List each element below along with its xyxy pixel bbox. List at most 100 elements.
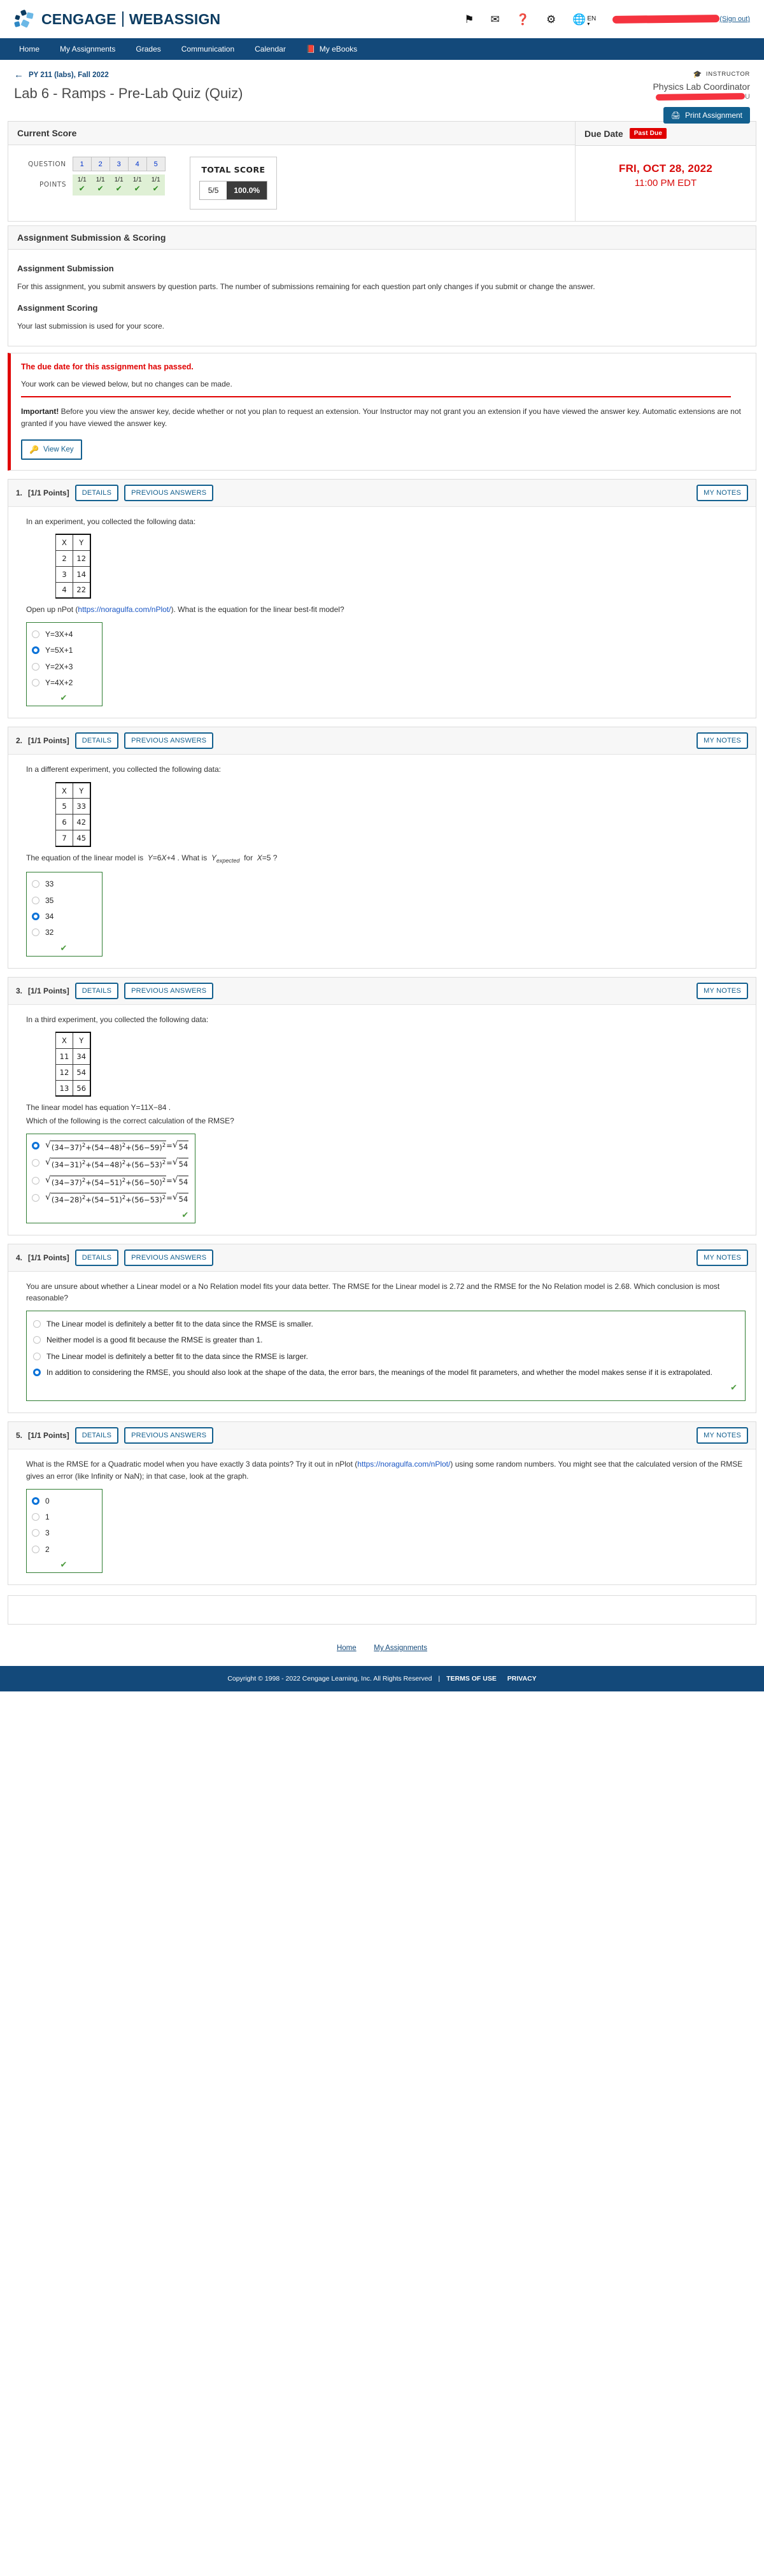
question-cell-2[interactable]: 2 (90, 157, 110, 171)
cengage-webassign-logo[interactable]: CENGAGE WEBASSIGN (14, 9, 220, 29)
nplot-link-5[interactable]: https://noragulfa.com/nPlot/ (357, 1460, 450, 1469)
option-5-4[interactable]: 2 (32, 1542, 96, 1558)
arrow-left-icon: ← (14, 69, 24, 80)
my-notes-button-1[interactable]: MY NOTES (697, 484, 748, 501)
flag-icon[interactable]: ⚑ (464, 14, 474, 25)
footer-links: Home My Assignments (0, 1625, 764, 1666)
radio-icon[interactable] (32, 929, 39, 937)
option-5-3[interactable]: 3 (32, 1525, 96, 1541)
radio-icon[interactable] (32, 1176, 39, 1185)
radio-icon[interactable] (32, 1529, 39, 1537)
question-number-2: 2. (16, 736, 23, 746)
radio-icon-selected[interactable] (32, 646, 39, 655)
correct-check-icon-2: ✔ (60, 943, 67, 953)
expr-result: 54 (178, 1140, 189, 1153)
radio-icon[interactable] (33, 1336, 41, 1344)
mail-icon[interactable]: ✉ (491, 14, 500, 25)
terms-of-use-link[interactable]: TERMS OF USE (446, 1675, 497, 1683)
nav-item-calendar[interactable]: Calendar (244, 38, 296, 60)
option-4-2[interactable]: Neither model is a good fit because the … (33, 1332, 737, 1348)
option-4-4[interactable]: In addition to considering the RMSE, you… (33, 1365, 737, 1381)
expr-term-2: +(54−48) (85, 1142, 122, 1152)
my-notes-button-3[interactable]: MY NOTES (697, 982, 748, 999)
previous-answers-button-3[interactable]: PREVIOUS ANSWERS (124, 982, 214, 999)
question-cell-5[interactable]: 5 (146, 157, 166, 171)
print-assignment-button[interactable]: 🖨 Print Assignment (663, 107, 750, 124)
radio-icon[interactable] (32, 678, 39, 687)
expr-term-3: +(56−50) (125, 1178, 162, 1187)
nav-item-my-assignments[interactable]: My Assignments (50, 38, 125, 60)
points-row: POINTS 1/1 ✔ 1/1 ✔ 1/1 ✔ 1/1 ✔ 1/1 ✔ (27, 174, 166, 196)
breadcrumb-back-link[interactable]: ← PY 211 (labs), Fall 2022 (14, 70, 750, 80)
radio-icon-selected[interactable] (32, 1141, 39, 1149)
option-1-4[interactable]: Y=4X+2 (32, 675, 96, 691)
question-prompt-3-line1: The linear model has equation Y=11X−84 . (26, 1103, 171, 1113)
sign-out-link[interactable]: (Sign out) (719, 15, 750, 23)
question-cell-3[interactable]: 3 (109, 157, 129, 171)
option-3-3[interactable]: √ (34−37)2+(54−51)2+(56−50)2 = √ 54 (32, 1173, 189, 1191)
option-3-1[interactable]: √ (34−37)2+(54−48)2+(56−59)2 = √ 54 (32, 1138, 189, 1156)
past-due-alert: The due date for this assignment has pas… (8, 353, 756, 471)
details-button-4[interactable]: DETAILS (74, 1249, 119, 1266)
option-2-3[interactable]: 34 (32, 909, 96, 925)
radio-icon[interactable] (33, 1352, 41, 1360)
radio-icon-selected[interactable] (32, 1497, 39, 1505)
alert-subtitle: Your work can be viewed below, but no ch… (21, 380, 232, 389)
radio-icon[interactable] (32, 1194, 39, 1202)
option-5-1[interactable]: 0 (32, 1493, 96, 1509)
my-notes-button-5[interactable]: MY NOTES (697, 1427, 748, 1444)
details-button-2[interactable]: DETAILS (74, 732, 119, 750)
option-2-2[interactable]: 35 (32, 893, 96, 909)
radio-icon[interactable] (32, 662, 39, 671)
points-value-4: 1/1 (132, 176, 142, 183)
radio-icon[interactable] (32, 1545, 39, 1553)
details-button-1[interactable]: DETAILS (74, 484, 119, 501)
previous-answers-button-1[interactable]: PREVIOUS ANSWERS (124, 484, 214, 501)
radio-icon[interactable] (32, 1512, 39, 1521)
previous-answers-button-2[interactable]: PREVIOUS ANSWERS (124, 732, 214, 750)
option-1-2[interactable]: Y=5X+1 (32, 643, 96, 658)
radio-icon-selected[interactable] (33, 1368, 41, 1376)
gear-icon[interactable]: ⚙ (546, 14, 556, 25)
radio-icon[interactable] (32, 880, 39, 888)
details-button-5[interactable]: DETAILS (74, 1427, 119, 1444)
option-5-2[interactable]: 1 (32, 1509, 96, 1525)
my-notes-button-4[interactable]: MY NOTES (697, 1249, 748, 1266)
option-3-4[interactable]: √ (34−28)2+(54−51)2+(56−53)2 = √ 54 (32, 1190, 189, 1208)
option-1-3[interactable]: Y=2X+3 (32, 659, 96, 675)
option-4-1[interactable]: The Linear model is definitely a better … (33, 1316, 737, 1332)
details-button-3[interactable]: DETAILS (74, 982, 119, 999)
option-4-3[interactable]: The Linear model is definitely a better … (33, 1349, 737, 1365)
option-2-1[interactable]: 33 (32, 876, 96, 892)
question-cell-1[interactable]: 1 (72, 157, 92, 171)
option-3-2[interactable]: √ (34−31)2+(54−48)2+(56−53)2 = √ 54 (32, 1155, 189, 1173)
view-key-button[interactable]: 🔑 View Key (21, 439, 82, 460)
answer-group-2: 33 35 34 32 ✔ (26, 872, 103, 957)
question-number-1: 1. (16, 488, 23, 497)
total-score-fraction: 5/5 (199, 181, 227, 199)
radio-icon[interactable] (32, 1159, 39, 1167)
previous-answers-button-5[interactable]: PREVIOUS ANSWERS (124, 1427, 214, 1444)
footer-link-my-assignments[interactable]: My Assignments (374, 1644, 427, 1652)
privacy-link[interactable]: PRIVACY (507, 1675, 537, 1683)
previous-answers-button-4[interactable]: PREVIOUS ANSWERS (124, 1249, 214, 1266)
option-2-4[interactable]: 32 (32, 925, 96, 941)
radio-icon[interactable] (32, 630, 39, 638)
table-row: 5 33 (55, 798, 91, 815)
radio-icon[interactable] (32, 896, 39, 904)
nav-item-my-ebooks[interactable]: 📕 My eBooks (296, 38, 367, 60)
option-1-1[interactable]: Y=3X+4 (32, 627, 96, 643)
nav-item-home[interactable]: Home (9, 38, 50, 60)
alert-important-note: Important! Before you view the answer ke… (21, 406, 746, 430)
instructor-block: 🎓 INSTRUCTOR Physics Lab Coordinator U 🖨… (653, 70, 750, 124)
question-cell-4[interactable]: 4 (127, 157, 147, 171)
language-selector[interactable]: 🌐 EN ▾ (572, 13, 596, 27)
nav-item-communication[interactable]: Communication (171, 38, 244, 60)
my-notes-button-2[interactable]: MY NOTES (697, 732, 748, 750)
nav-item-grades[interactable]: Grades (125, 38, 171, 60)
radio-icon[interactable] (33, 1320, 41, 1328)
help-icon[interactable]: ❓ (516, 14, 530, 25)
radio-icon-selected[interactable] (32, 913, 39, 921)
nplot-link-1[interactable]: https://noragulfa.com/nPlot/ (78, 605, 171, 614)
footer-link-home[interactable]: Home (337, 1644, 357, 1652)
